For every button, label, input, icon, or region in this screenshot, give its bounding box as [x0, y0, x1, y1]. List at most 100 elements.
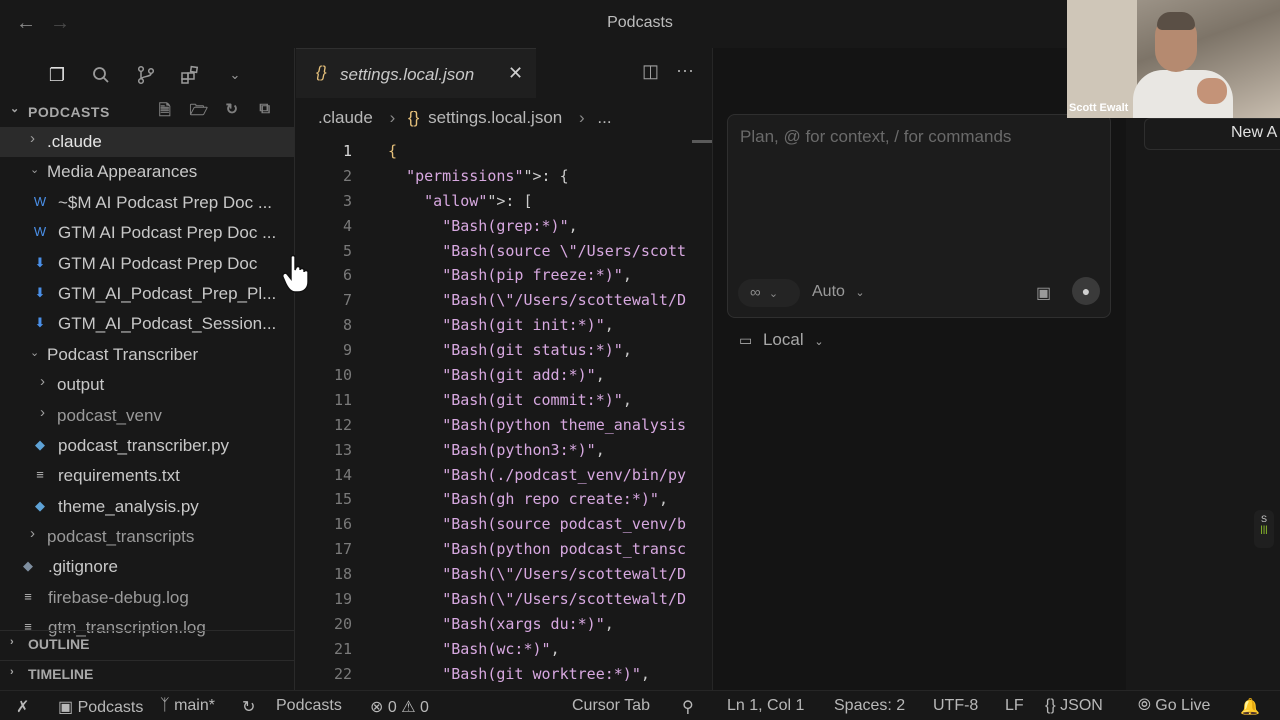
code-line[interactable]: 19 "Bash(\"/Users/scottewalt/D	[296, 587, 712, 612]
tree-item[interactable]: › .claude	[0, 127, 294, 158]
new-file-icon[interactable]: 🗎	[154, 100, 176, 122]
code-line[interactable]: 7 "Bash(\"/Users/scottewalt/D	[296, 288, 712, 313]
branch-item[interactable]: ᛉ main*	[160, 697, 215, 715]
location-selector[interactable]: ▭ Local ⌄	[739, 330, 824, 350]
tree-item[interactable]: › podcast_transcripts	[0, 522, 294, 552]
tree-item-label: GTM_AI_Podcast_Session...	[58, 314, 277, 334]
code-line[interactable]: 6 "Bash(pip freeze:*)",	[296, 263, 712, 288]
code-line[interactable]: 22 "Bash(git worktree:*)",	[296, 662, 712, 687]
tree-item[interactable]: ≡ firebase-debug.log	[0, 583, 294, 613]
chat-input[interactable]: Plan, @ for context, / for commands	[740, 127, 1011, 147]
remote-icon[interactable]: ✗	[16, 697, 29, 717]
code-editor[interactable]: 1{2 "permissions"">: {3 "allow"">: [4 "B…	[296, 139, 712, 687]
code-line[interactable]: 1{	[296, 139, 712, 164]
timeline-panel-header[interactable]: › TIMELINE	[0, 660, 294, 686]
python-file-icon: ◆	[35, 497, 45, 513]
encoding[interactable]: UTF-8	[933, 697, 978, 715]
split-editor-icon[interactable]: ◫	[642, 61, 659, 82]
language-mode[interactable]: {} JSON	[1045, 697, 1103, 715]
chevron-down-icon[interactable]: ⌄	[222, 62, 248, 88]
more-actions-icon[interactable]: ⋯	[676, 61, 694, 82]
webcam-person-hand	[1197, 78, 1227, 104]
tree-item[interactable]: W ~$M AI Podcast Prep Doc ...	[0, 188, 294, 218]
cursor-tab-item[interactable]: Cursor Tab	[572, 697, 650, 715]
chevron-down-icon: ⌄	[30, 164, 40, 177]
extensions-icon[interactable]	[177, 62, 203, 88]
new-folder-icon[interactable]: 🗁	[188, 100, 210, 122]
new-agent-button[interactable]: New A	[1144, 118, 1280, 150]
tree-item[interactable]: ≡ requirements.txt	[0, 461, 294, 491]
code-line[interactable]: 3 "allow"">: [	[296, 189, 712, 214]
workspace-item[interactable]: ▣ Podcasts	[58, 697, 143, 717]
tree-item[interactable]: › output	[0, 370, 294, 400]
tree-item[interactable]: ◆ theme_analysis.py	[0, 492, 294, 522]
line-number: 20	[333, 614, 352, 633]
code-line[interactable]: 2 "permissions"">: {	[296, 164, 712, 189]
code-line[interactable]: 16 "Bash(source podcast_venv/b	[296, 512, 712, 537]
tree-item[interactable]: ⬇ GTM_AI_Podcast_Prep_Pl...	[0, 279, 294, 309]
line-endings[interactable]: LF	[1005, 697, 1024, 715]
refresh-icon[interactable]: ↻	[221, 100, 243, 122]
code-line[interactable]: 4 "Bash(grep:*)",	[296, 214, 712, 239]
search-icon[interactable]	[88, 62, 114, 88]
code-text: "Bash(xargs du:*)",	[442, 614, 614, 633]
tree-item[interactable]: W GTM AI Podcast Prep Doc ...	[0, 218, 294, 248]
code-line[interactable]: 10 "Bash(git add:*)",	[296, 363, 712, 388]
go-live-button[interactable]: ⦾ Go Live	[1138, 697, 1210, 715]
breadcrumb-item[interactable]: settings.local.json	[428, 108, 562, 127]
code-line[interactable]: 17 "Bash(python podcast_transc	[296, 537, 712, 562]
explorer-header[interactable]: ⌄ PODCASTS 🗎 🗁 ↻ ⧉	[0, 100, 294, 124]
files-icon[interactable]: ❐	[44, 62, 70, 88]
code-text: "Bash(git add:*)",	[442, 366, 605, 385]
image-attach-icon[interactable]: ▣	[1036, 283, 1051, 303]
problems-item[interactable]: ⊗ 0 ⚠ 0	[370, 697, 429, 717]
scroll-indicator[interactable]: S |||	[1254, 510, 1274, 548]
code-line[interactable]: 20 "Bash(xargs du:*)",	[296, 612, 712, 637]
code-line[interactable]: 15 "Bash(gh repo create:*)",	[296, 487, 712, 512]
chevron-right-icon: ›	[10, 666, 14, 678]
breadcrumb-item[interactable]: ...	[597, 108, 611, 127]
tree-item-label: theme_analysis.py	[58, 496, 199, 516]
source-control-icon[interactable]	[133, 62, 159, 88]
microphone-icon[interactable]: ●	[1072, 277, 1100, 305]
code-line[interactable]: 13 "Bash(python3:*)",	[296, 438, 712, 463]
tree-item[interactable]: › podcast_venv	[0, 401, 294, 431]
tab-settings-local-json[interactable]: {} settings.local.json ✕	[296, 48, 536, 98]
mode-selector[interactable]: ∞ ⌄	[738, 279, 800, 307]
tree-item[interactable]: ⌄ Media Appearances	[0, 157, 294, 187]
bell-icon[interactable]: 🔔	[1240, 697, 1260, 717]
close-icon[interactable]: ✕	[508, 63, 523, 84]
explorer-title: PODCASTS	[28, 104, 110, 120]
tree-item[interactable]: ◆ .gitignore	[0, 552, 294, 582]
indentation[interactable]: Spaces: 2	[834, 697, 905, 715]
line-number: 8	[342, 316, 352, 335]
tree-item-label: .gitignore	[48, 557, 118, 577]
collapse-all-icon[interactable]: ⧉	[254, 100, 276, 122]
word-file-icon: W	[33, 224, 47, 240]
code-text: "Bash(git status:*)",	[442, 341, 632, 360]
tree-item[interactable]: ⌄ Podcast Transcriber	[0, 340, 294, 370]
code-line[interactable]: 14 "Bash(./podcast_venv/bin/py	[296, 463, 712, 488]
code-line[interactable]: 9 "Bash(git status:*)",	[296, 338, 712, 363]
download-file-icon: ⬇	[34, 254, 46, 270]
tree-item[interactable]: ◆ podcast_transcriber.py	[0, 431, 294, 461]
code-line[interactable]: 18 "Bash(\"/Users/scottewalt/D	[296, 562, 712, 587]
code-line[interactable]: 11 "Bash(git commit:*)",	[296, 388, 712, 413]
code-line[interactable]: 21 "Bash(wc:*)",	[296, 637, 712, 662]
code-line[interactable]: 8 "Bash(git init:*)",	[296, 313, 712, 338]
project-item[interactable]: Podcasts	[276, 697, 342, 715]
cursor-position[interactable]: Ln 1, Col 1	[727, 697, 804, 715]
minimap-slider[interactable]	[692, 140, 712, 143]
tree-item[interactable]: ⬇ GTM AI Podcast Prep Doc	[0, 249, 294, 279]
tree-item[interactable]: ⬇ GTM_AI_Podcast_Session...	[0, 309, 294, 339]
code-line[interactable]: 5 "Bash(source \"/Users/scott	[296, 239, 712, 264]
code-line[interactable]: 12 "Bash(python theme_analysis	[296, 413, 712, 438]
zoom-icon[interactable]: ⚲	[682, 697, 694, 717]
breadcrumb-item[interactable]: .claude	[318, 108, 373, 127]
model-selector[interactable]: Auto ⌄	[812, 283, 865, 301]
chevron-down-icon: ⌄	[768, 288, 779, 300]
outline-panel-header[interactable]: › OUTLINE	[0, 630, 294, 656]
sync-icon[interactable]: ↻	[242, 697, 255, 717]
chat-input-box[interactable]: Plan, @ for context, / for commands ∞ ⌄ …	[727, 114, 1111, 318]
status-bar: ✗ ▣ Podcasts ᛉ main* ↻ Podcasts ⊗ 0 ⚠ 0 …	[0, 690, 1280, 720]
